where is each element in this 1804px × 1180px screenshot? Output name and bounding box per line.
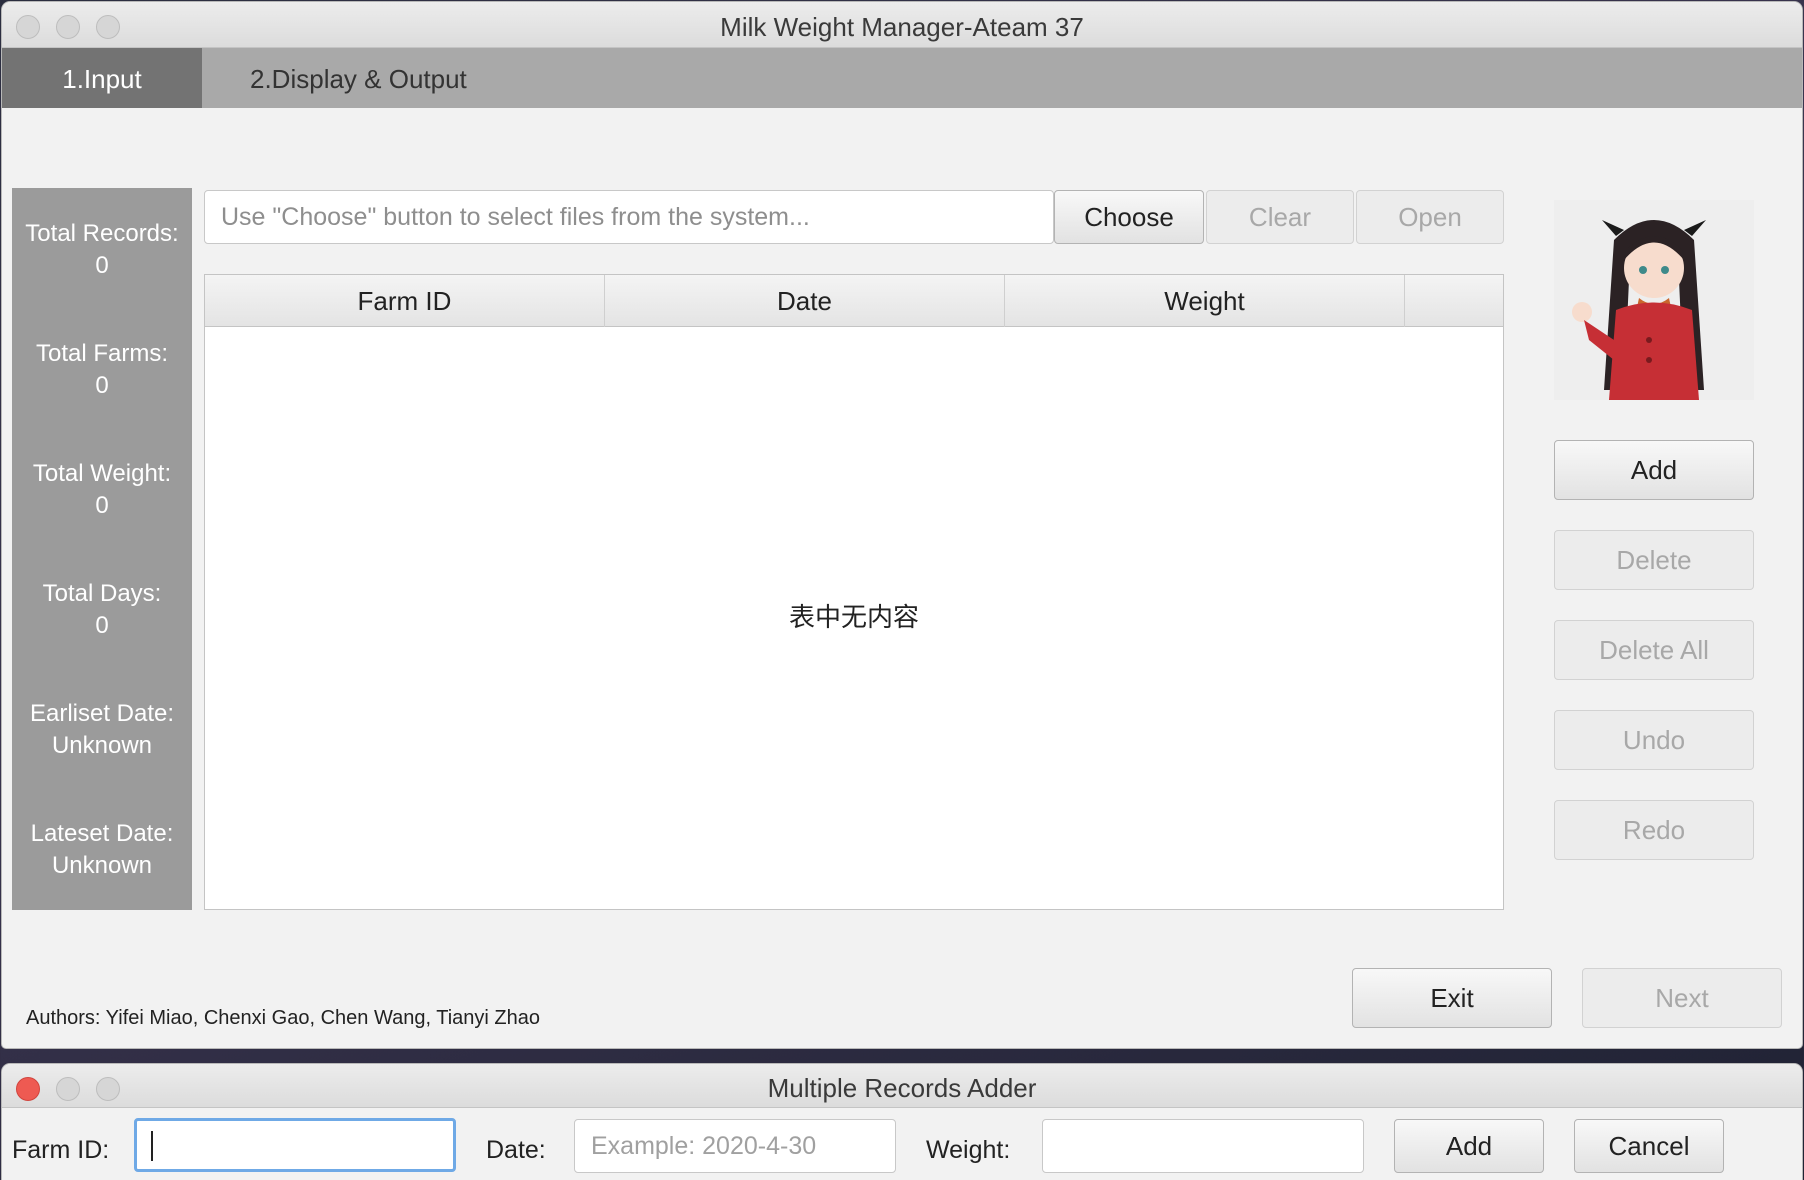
column-header-farm-id[interactable]: Farm ID xyxy=(205,275,605,327)
column-header-date[interactable]: Date xyxy=(605,275,1005,327)
farm-id-input[interactable] xyxy=(134,1118,456,1172)
adder-title: Multiple Records Adder xyxy=(767,1073,1037,1103)
stat-value: Unknown xyxy=(51,852,153,879)
delete-all-button[interactable]: Delete All xyxy=(1554,620,1754,680)
next-button[interactable]: Next xyxy=(1582,968,1782,1028)
authors-text: Authors: Yifei Miao, Chenxi Gao, Chen Wa… xyxy=(26,1007,540,1029)
stats-panel: Total Records: 0 Total Farms: 0 Total We… xyxy=(12,188,192,910)
main-titlebar: Milk Weight Manager-Ateam 37 xyxy=(2,2,1802,48)
avatar xyxy=(1554,200,1754,400)
table-header: Farm ID Date Weight xyxy=(205,275,1503,327)
delete-button[interactable]: Delete xyxy=(1554,530,1754,590)
file-path-field[interactable]: Use "Choose" button to select files from… xyxy=(204,190,1054,244)
tab-bar: 1.Input 2.Display & Output xyxy=(2,48,1802,108)
text-caret xyxy=(151,1131,153,1161)
stat-earliest-date: Earliset Date: Unknown xyxy=(12,698,192,762)
choose-button[interactable]: Choose xyxy=(1054,190,1204,244)
tab-display-output[interactable]: 2.Display & Output xyxy=(250,48,467,108)
undo-button[interactable]: Undo xyxy=(1554,710,1754,770)
window-title: Milk Weight Manager-Ateam 37 xyxy=(720,12,1084,42)
records-table[interactable]: Farm ID Date Weight 表中无内容 xyxy=(204,274,1504,910)
anime-character-image xyxy=(1554,200,1754,400)
stat-value: 0 xyxy=(95,252,109,279)
stat-latest-date: Lateset Date: Unknown xyxy=(12,818,192,882)
stat-label: Total Farms: xyxy=(35,340,169,367)
adder-titlebar: Multiple Records Adder xyxy=(2,1064,1802,1108)
date-label: Date: xyxy=(486,1136,546,1164)
tab-input[interactable]: 1.Input xyxy=(2,48,202,108)
add-button[interactable]: Add xyxy=(1554,440,1754,500)
adder-cancel-button[interactable]: Cancel xyxy=(1574,1119,1724,1173)
stat-total-records: Total Records: 0 xyxy=(12,218,192,282)
column-header-weight[interactable]: Weight xyxy=(1005,275,1405,327)
stat-label: Lateset Date: xyxy=(30,820,174,847)
stat-total-farms: Total Farms: 0 xyxy=(12,338,192,402)
stat-value: 0 xyxy=(95,372,109,399)
redo-button[interactable]: Redo xyxy=(1554,800,1754,860)
date-input[interactable]: Example: 2020-4-30 xyxy=(574,1119,896,1173)
clear-button[interactable]: Clear xyxy=(1206,190,1354,244)
stat-label: Total Days: xyxy=(42,580,162,607)
adder-add-button[interactable]: Add xyxy=(1394,1119,1544,1173)
farm-id-label: Farm ID: xyxy=(12,1136,110,1164)
weight-label: Weight: xyxy=(926,1136,1011,1164)
main-window: Milk Weight Manager-Ateam 37 1.Input 2.D… xyxy=(2,2,1802,1048)
stat-value: 0 xyxy=(95,612,109,639)
open-button[interactable]: Open xyxy=(1356,190,1504,244)
stat-label: Earliset Date: xyxy=(29,700,175,727)
stat-label: Total Weight: xyxy=(32,460,172,487)
stat-value: 0 xyxy=(95,492,109,519)
stat-total-days: Total Days: 0 xyxy=(12,578,192,642)
stat-total-weight: Total Weight: 0 xyxy=(12,458,192,522)
weight-input[interactable] xyxy=(1042,1119,1364,1173)
table-empty-placeholder: 表中无内容 xyxy=(788,602,919,632)
exit-button[interactable]: Exit xyxy=(1352,968,1552,1028)
stat-label: Total Records: xyxy=(25,220,179,247)
adder-window: Multiple Records Adder Farm ID: Date: Ex… xyxy=(2,1064,1802,1180)
stat-value: Unknown xyxy=(51,732,153,759)
